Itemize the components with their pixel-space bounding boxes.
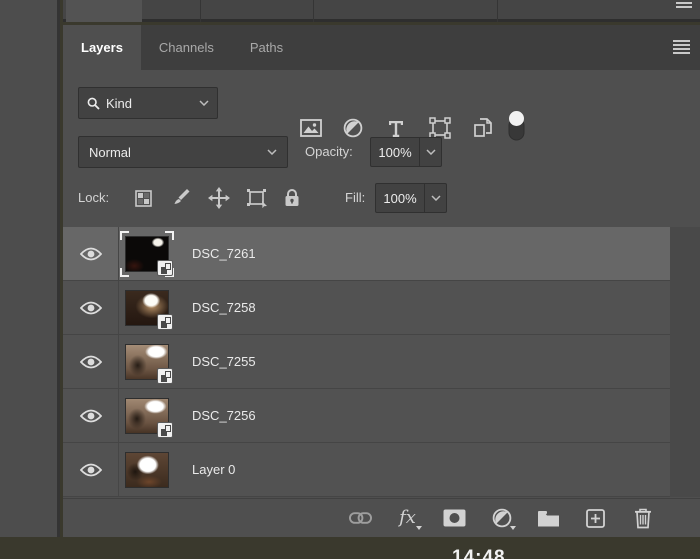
filtering-toggle-icon[interactable] [501,110,531,140]
eye-icon [79,355,102,368]
opacity-label: Opacity: [305,144,353,159]
layer-name[interactable]: DSC_7255 [192,354,256,369]
fill-label: Fill: [345,190,366,205]
pixel-layer-filter-icon[interactable] [296,113,326,143]
smart-object-badge-icon [157,313,173,330]
layer-thumbnail-image [125,451,169,488]
visibility-toggle[interactable] [63,389,119,442]
kind-filter-dropdown[interactable]: Kind [78,87,218,119]
scrollbar-gutter[interactable] [670,227,700,497]
layer-name[interactable]: DSC_7258 [192,300,256,315]
link-layers-icon[interactable] [349,507,372,530]
layer-row-dsc-7258[interactable]: DSC_7258 [63,281,670,335]
layer-thumbnail[interactable] [125,397,173,438]
visibility-toggle[interactable] [63,443,119,496]
layer-name[interactable]: DSC_7256 [192,408,256,423]
lock-label: Lock: [78,190,110,205]
layer-thumbnail[interactable] [125,451,169,488]
eye-icon [79,409,102,422]
layer-thumbnail[interactable] [120,230,174,277]
chevron-down-icon [430,195,441,201]
tab-channels[interactable]: Channels [141,25,232,70]
add-layer-mask-icon[interactable] [443,507,466,530]
blend-mode-dropdown[interactable]: Normal [78,136,288,168]
opacity-dropdown-button[interactable] [419,138,441,166]
fill-value: 100% [383,190,417,206]
eye-icon [79,301,102,314]
smart-object-filter-icon[interactable] [468,113,498,143]
upper-panel-bottom-edge [63,0,700,22]
taskbar-clock: 14:48 [452,547,506,559]
panel-menu-icon[interactable] [673,40,690,54]
panel-tab-bar: Layers Channels Paths [63,25,700,70]
new-group-icon[interactable] [537,507,560,530]
upper-panel-active-tab-stub[interactable] [66,0,142,22]
delete-layer-icon[interactable] [631,507,654,530]
visibility-toggle[interactable] [63,281,119,334]
fill-dropdown-button[interactable] [424,184,446,212]
opacity-field[interactable]: 100% [370,137,442,167]
visibility-toggle[interactable] [63,335,119,388]
lock-pixels-icon[interactable] [166,184,196,212]
left-panel-strip [0,0,60,537]
fill-field[interactable]: 100% [375,183,447,213]
layer-effects-icon[interactable]: fx [396,507,422,530]
adjustment-layer-filter-icon[interactable] [338,113,368,143]
new-layer-icon[interactable] [584,507,607,530]
chevron-down-icon [199,100,209,106]
smart-object-badge-icon [157,421,173,438]
lock-transparency-icon[interactable] [128,184,158,212]
chevron-down-icon [267,149,277,155]
new-adjustment-layer-icon[interactable] [490,507,516,530]
eye-icon [79,463,102,476]
layer-row-dsc-7256[interactable]: DSC_7256 [63,389,670,443]
layer-thumbnail[interactable] [125,289,173,330]
layer-name[interactable]: DSC_7261 [192,246,256,261]
layer-row-layer-0[interactable]: Layer 0 [63,443,670,497]
blend-mode-value: Normal [89,144,131,160]
layers-panel: Layers Channels Paths Kind Normal Opacit… [63,25,700,537]
lock-artboard-icon[interactable] [242,184,272,212]
layer-row-dsc-7261[interactable]: DSC_7261 [63,227,670,281]
layer-name[interactable]: Layer 0 [192,462,235,477]
layers-bottom-toolbar: fx [63,498,700,537]
kind-filter-label: Kind [106,95,133,111]
eye-icon [79,247,102,260]
smart-object-badge-icon [157,259,173,276]
tab-layers[interactable]: Layers [63,25,141,70]
search-icon [87,97,100,110]
lock-all-icon[interactable] [277,184,307,212]
visibility-toggle[interactable] [63,227,119,280]
layer-thumbnail[interactable] [125,343,173,384]
chevron-down-icon [425,149,436,155]
smart-object-badge-icon [157,367,173,384]
opacity-value: 100% [378,144,412,160]
upper-panel-menu-icon[interactable] [676,2,692,10]
layer-row-dsc-7255[interactable]: DSC_7255 [63,335,670,389]
photoshop-layers-panel-screenshot: Layers Channels Paths Kind Normal Opacit… [0,0,700,559]
tab-paths[interactable]: Paths [232,25,301,70]
lock-position-icon[interactable] [204,184,234,212]
layers-list: DSC_7261 DSC_7258 DSC_7255 DSC_7256 Laye… [63,227,670,497]
taskbar-strip: 14:48 [0,537,700,559]
